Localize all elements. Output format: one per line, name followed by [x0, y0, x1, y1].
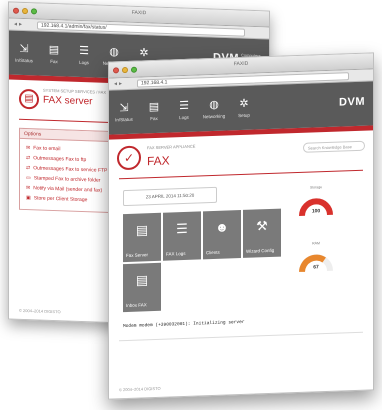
- printer-icon: ▤: [48, 43, 60, 57]
- app-header: ✓ Fax Server Appliance FAX Search Knowle…: [109, 130, 373, 180]
- page-title: FAX server: [43, 94, 93, 108]
- printer-icon: ▤: [135, 272, 149, 288]
- window-title: FAXID: [131, 9, 147, 17]
- brand-logo: DVM: [339, 95, 365, 109]
- toolbar-item-setup[interactable]: ✲Setup: [229, 85, 259, 130]
- wand-icon: ⚒: [256, 218, 268, 234]
- toolbar-item-status[interactable]: ⇲ In/Status: [109, 90, 139, 135]
- top-toolbar: ⇲In/Status ▤Fax ☰Logs ◍Networking ✲Setup…: [109, 81, 373, 135]
- tile-inbox-fax[interactable]: ▤ Inbox FAX: [123, 262, 161, 313]
- mail-icon: ✉: [26, 145, 31, 152]
- ram-gauge: RAM 67: [297, 241, 335, 281]
- gauge-value: 67: [308, 262, 324, 273]
- datetime-display: 23 APRIL 2014 11:50:20: [123, 186, 217, 207]
- toolbar-item-status[interactable]: ⇲ In/Status: [9, 30, 39, 75]
- list-icon: ☰: [176, 220, 188, 237]
- toolbar-item-logs[interactable]: ☰ Logs: [169, 87, 199, 132]
- toolbar-item-networking[interactable]: ◍Networking: [199, 86, 229, 131]
- tile-wizard-config[interactable]: ⚒ Wizard Config: [243, 208, 281, 258]
- screenshot-stage: FAXID ◂▸ 192.168.4.1/admin/fax/status/ ⇲…: [0, 0, 382, 410]
- gears-icon: ✲: [139, 47, 149, 60]
- printer-icon: ▤: [19, 88, 39, 110]
- printer-icon: ▤: [135, 222, 149, 238]
- globe-icon: ◍: [109, 45, 119, 59]
- arrow-in-icon: ⇲: [19, 42, 29, 56]
- gears-icon: ✲: [239, 97, 249, 111]
- status-log-line: Modem modem (+390032001): Initializing s…: [123, 319, 245, 330]
- printer-icon: ▤: [148, 100, 160, 114]
- check-icon: ✓: [117, 145, 141, 171]
- list-icon: ☰: [179, 99, 189, 113]
- globe-icon: ◍: [209, 98, 219, 112]
- page-title: FAX: [147, 153, 170, 169]
- breadcrumb: Fax Server Appliance: [147, 143, 196, 151]
- toolbar-item-fax[interactable]: ▤ Fax: [139, 89, 169, 134]
- gauge-value: 100: [308, 206, 324, 217]
- tile-fax-logs[interactable]: ☰ FAX Logs: [163, 211, 201, 261]
- nav-arrows-icon[interactable]: ◂▸: [14, 21, 24, 28]
- search-input[interactable]: Search Knowledge Base: [303, 140, 365, 153]
- share-icon: ⇄: [26, 165, 31, 172]
- tile-clients[interactable]: ☻ Clients: [203, 210, 241, 260]
- storage-icon: ▣: [26, 195, 31, 202]
- nav-arrows-icon[interactable]: ◂▸: [114, 80, 124, 87]
- storage-gauge: Storage 100: [297, 185, 335, 225]
- toolbar-item-logs[interactable]: ☰ Logs: [69, 33, 99, 78]
- folder-icon: ▭: [26, 175, 31, 182]
- footer-copyright: © 2004–2014 DIGISTO: [119, 385, 161, 393]
- divider: [119, 331, 363, 342]
- list-icon: ☰: [79, 44, 89, 58]
- users-icon: ☻: [215, 219, 229, 235]
- footer-copyright: © 2004–2014 DIGISTO: [19, 307, 61, 315]
- tile-fax-server[interactable]: ▤ Fax Server: [123, 212, 161, 263]
- arrow-in-icon: ⇲: [119, 101, 129, 115]
- mail-icon: ✉: [26, 185, 31, 192]
- divider: [119, 169, 363, 180]
- app-tiles: ▤ Fax Server ☰ FAX Logs ☻ Clients ⚒ Wizard C…: [123, 208, 283, 313]
- front-browser-window: FAXID ◂▸ 192.168.4.1 ⇲ In/Status ▤ Fax ☰ Lo…: [108, 52, 374, 400]
- toolbar-item-fax[interactable]: ▤ Fax: [39, 32, 69, 77]
- share-icon: ⇄: [26, 155, 31, 162]
- breadcrumb: System Setup Services / Fax: [43, 87, 106, 95]
